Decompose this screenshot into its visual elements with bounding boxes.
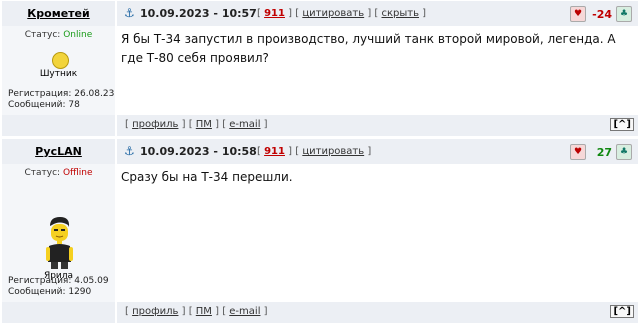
- pin-icon[interactable]: ⚓: [124, 6, 135, 20]
- vote-down-icon[interactable]: ♥: [570, 6, 586, 22]
- forum-post: Крометей ⚓ 10.09.2023 - 10:57 [ 911 ] [ …: [2, 1, 638, 136]
- to-top-button[interactable]: [^]: [610, 305, 634, 318]
- registration-date: Регистрация: 26.08.23: [8, 89, 115, 99]
- post-header: Крометей ⚓ 10.09.2023 - 10:57 [ 911 ] [ …: [2, 1, 638, 26]
- author-status: Статус: Offline: [2, 168, 115, 178]
- hide-link[interactable]: скрыть: [382, 8, 420, 19]
- message-count: Сообщений: 78: [8, 100, 80, 110]
- post-body: Статус: Offline Ярила Регистрация: 4.05.…: [2, 164, 638, 302]
- smiley-icon: [52, 52, 69, 69]
- pm-link[interactable]: ПМ: [196, 306, 212, 317]
- vote-up-icon[interactable]: ♣: [616, 144, 632, 160]
- author-info: Статус: Online Шутник Регистрация: 26.08…: [2, 26, 115, 115]
- footer-left: [2, 302, 115, 323]
- post-date: 10.09.2023 - 10:57: [140, 7, 257, 20]
- pm-link[interactable]: ПМ: [196, 119, 212, 130]
- post-meta: ⚓ 10.09.2023 - 10:58 [ 911 ] [ цитироват…: [117, 139, 638, 164]
- email-link[interactable]: e-mail: [229, 119, 260, 130]
- profile-link[interactable]: профиль: [132, 306, 178, 317]
- post-score: -24: [592, 7, 612, 21]
- post-number-link[interactable]: 911: [264, 8, 285, 19]
- post-score: 27: [596, 145, 612, 159]
- cite-link[interactable]: цитировать: [302, 8, 364, 19]
- avatar-image: [46, 217, 73, 269]
- pin-icon[interactable]: ⚓: [124, 144, 135, 158]
- post-date: 10.09.2023 - 10:58: [140, 145, 257, 158]
- message-count: Сообщений: 1290: [8, 287, 92, 297]
- author-name-link[interactable]: PycLAN: [2, 145, 115, 158]
- footer-links: [ профиль ] [ ПМ ] [ e-mail ]: [125, 306, 268, 317]
- vote-box: ♥ 27 ♣: [570, 143, 632, 161]
- message-cell: Я бы Т-34 запустил в производство, лучши…: [117, 26, 638, 115]
- email-link[interactable]: e-mail: [229, 306, 260, 317]
- status-label: Статус:: [24, 30, 64, 40]
- author-info: Статус: Offline Ярила Регистрация: 4.05.…: [2, 164, 115, 302]
- post-meta: ⚓ 10.09.2023 - 10:57 [ 911 ] [ цитироват…: [117, 1, 638, 26]
- post-text: Я бы Т-34 запустил в производство, лучши…: [121, 32, 616, 65]
- post-actions: [ 911 ] [ цитировать ]: [257, 146, 372, 157]
- footer-links: [ профиль ] [ ПМ ] [ e-mail ]: [125, 119, 268, 130]
- vote-box: ♥ -24 ♣: [570, 5, 632, 23]
- forum-post: PycLAN ⚓ 10.09.2023 - 10:58 [ 911 ] [ ци…: [2, 139, 638, 323]
- status-label: Статус:: [24, 168, 63, 178]
- footer-links-cell: [ профиль ] [ ПМ ] [ e-mail ] [^]: [117, 302, 638, 323]
- author-rank: Шутник: [39, 69, 78, 79]
- author-cell: PycLAN: [2, 139, 115, 164]
- cite-link[interactable]: цитировать: [302, 146, 364, 157]
- author-status: Статус: Online: [2, 30, 115, 40]
- post-actions: [ 911 ] [ цитировать ] [ скрыть ]: [257, 8, 427, 19]
- post-footer: [ профиль ] [ ПМ ] [ e-mail ] [^]: [2, 115, 638, 136]
- registration-date: Регистрация: 4.05.09: [8, 276, 109, 286]
- post-header: PycLAN ⚓ 10.09.2023 - 10:58 [ 911 ] [ ци…: [2, 139, 638, 164]
- post-text: Сразу бы на Т-34 перешли.: [121, 170, 293, 184]
- author-name-link[interactable]: Крометей: [2, 7, 115, 20]
- vote-down-icon[interactable]: ♥: [570, 144, 586, 160]
- author-stats: Регистрация: 4.05.09 Сообщений: 1290: [8, 276, 109, 298]
- post-number-link[interactable]: 911: [264, 146, 285, 157]
- vote-up-icon[interactable]: ♣: [616, 6, 632, 22]
- status-value: Online: [63, 30, 93, 40]
- post-footer: [ профиль ] [ ПМ ] [ e-mail ] [^]: [2, 302, 638, 323]
- profile-link[interactable]: профиль: [132, 119, 178, 130]
- footer-left: [2, 115, 115, 136]
- message-cell: Сразу бы на Т-34 перешли.: [117, 164, 638, 302]
- post-body: Статус: Online Шутник Регистрация: 26.08…: [2, 26, 638, 115]
- footer-links-cell: [ профиль ] [ ПМ ] [ e-mail ] [^]: [117, 115, 638, 136]
- author-cell: Крометей: [2, 1, 115, 26]
- status-value: Offline: [62, 168, 93, 178]
- to-top-button[interactable]: [^]: [610, 118, 634, 131]
- author-stats: Регистрация: 26.08.23 Сообщений: 78: [8, 89, 114, 111]
